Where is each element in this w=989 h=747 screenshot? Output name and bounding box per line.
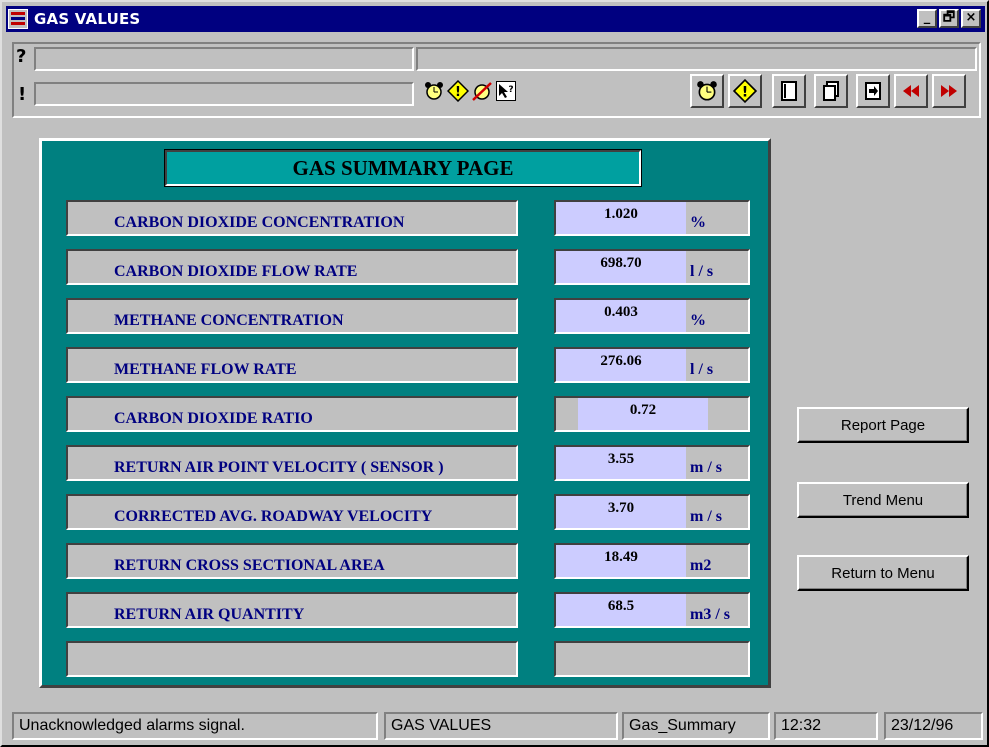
value-readout: 68.5 <box>556 594 686 626</box>
row-value-return-cross-sectional-area: 18.49 m2 <box>554 543 750 579</box>
value-unit: m / s <box>690 459 722 476</box>
row-value-co2-flow-rate: 698.70 l / s <box>554 249 750 285</box>
report-page-button[interactable]: Report Page <box>797 407 969 443</box>
trend-menu-button[interactable]: Trend Menu <box>797 482 969 518</box>
row-label-return-air-point-velocity: RETURN AIR POINT VELOCITY ( SENSOR ) <box>66 445 518 481</box>
row-value-methane-concentration: 0.403 % <box>554 298 750 334</box>
row-value-methane-flow-rate: 276.06 l / s <box>554 347 750 383</box>
page-icon <box>781 81 797 101</box>
status-date: 23/12/96 <box>884 712 983 740</box>
value-unit: m3 / s <box>690 606 730 623</box>
app-icon[interactable] <box>8 9 28 29</box>
row-value-co2-ratio: 0.72 <box>554 396 750 432</box>
status-screen-name: GAS VALUES <box>384 712 618 740</box>
warning-diamond-icon[interactable]: ! <box>446 78 470 104</box>
alarm-clock-icon[interactable] <box>422 78 446 104</box>
value-readout: 276.06 <box>556 349 686 381</box>
warning-diamond-icon: ! <box>733 79 757 103</box>
page-exit-icon <box>865 82 881 100</box>
status-time: 12:32 <box>774 712 878 740</box>
row-value-co2-concentration: 1.020 % <box>554 200 750 236</box>
value-unit: m / s <box>690 508 722 525</box>
row-label-empty <box>66 641 518 677</box>
row-label-return-cross-sectional-area: RETURN CROSS SECTIONAL AREA <box>66 543 518 579</box>
previous-icon <box>903 85 919 97</box>
window-controls: _ 🗗 × <box>917 9 981 28</box>
svg-text:!: ! <box>455 85 461 100</box>
previous-button[interactable] <box>894 74 928 108</box>
value-readout: 0.72 <box>578 398 708 430</box>
value-readout: 0.403 <box>556 300 686 332</box>
window-title: GAS VALUES <box>34 10 141 28</box>
alarm-message-field <box>34 82 414 106</box>
row-label-corrected-roadway-velocity: CORRECTED AVG. ROADWAY VELOCITY <box>66 494 518 530</box>
alarm-clock-button[interactable] <box>690 74 724 108</box>
page-exit-button[interactable] <box>856 74 890 108</box>
restore-icon[interactable]: 🗗 <box>939 9 959 28</box>
page-button[interactable] <box>772 74 806 108</box>
alarm-disabled-icon[interactable] <box>470 78 494 104</box>
row-value-return-air-quantity: 68.5 m3 / s <box>554 592 750 628</box>
row-value-corrected-roadway-velocity: 3.70 m / s <box>554 494 750 530</box>
panel-title: GAS SUMMARY PAGE <box>164 149 642 187</box>
title-bar: GAS VALUES _ 🗗 × <box>6 6 985 32</box>
value-unit: % <box>690 214 706 231</box>
close-icon[interactable]: × <box>961 9 981 28</box>
row-label-co2-concentration: CARBON DIOXIDE CONCENTRATION <box>66 200 518 236</box>
info-toolbar: ? ! ! ? ! <box>12 42 981 118</box>
status-message: Unacknowledged alarms signal. <box>12 712 378 740</box>
gas-values-window: GAS VALUES _ 🗗 × ? ! ! ? ! GAS SUMMARY P… <box>0 0 989 747</box>
row-label-return-air-quantity: RETURN AIR QUANTITY <box>66 592 518 628</box>
row-label-co2-flow-rate: CARBON DIOXIDE FLOW RATE <box>66 249 518 285</box>
help-question-icon[interactable]: ? <box>16 46 26 67</box>
return-to-menu-button[interactable]: Return to Menu <box>797 555 969 591</box>
value-readout: 698.70 <box>556 251 686 283</box>
row-label-methane-flow-rate: METHANE FLOW RATE <box>66 347 518 383</box>
value-unit: l / s <box>690 361 714 378</box>
next-button[interactable] <box>932 74 966 108</box>
pages-button[interactable] <box>814 74 848 108</box>
gas-summary-panel: GAS SUMMARY PAGE CARBON DIOXIDE CONCENTR… <box>39 138 771 688</box>
value-readout: 3.55 <box>556 447 686 479</box>
value-unit: l / s <box>690 263 714 280</box>
value-unit: % <box>690 312 706 329</box>
value-readout: 3.70 <box>556 496 686 528</box>
value-readout: 1.020 <box>556 202 686 234</box>
minimize-icon[interactable]: _ <box>917 9 937 28</box>
alarm-clock-icon <box>697 81 717 101</box>
warning-button[interactable]: ! <box>728 74 762 108</box>
help-pointer-icon[interactable]: ? <box>496 81 516 101</box>
info-field-right <box>416 47 977 71</box>
value-unit: m2 <box>690 557 712 574</box>
next-icon <box>941 85 957 97</box>
row-label-methane-concentration: METHANE CONCENTRATION <box>66 298 518 334</box>
alarm-exclamation-icon[interactable]: ! <box>18 84 26 105</box>
row-value-return-air-point-velocity: 3.55 m / s <box>554 445 750 481</box>
status-page-name: Gas_Summary <box>622 712 770 740</box>
svg-text:!: ! <box>742 84 748 100</box>
row-value-empty <box>554 641 750 677</box>
row-label-co2-ratio: CARBON DIOXIDE RATIO <box>66 396 518 432</box>
value-readout: 18.49 <box>556 545 686 577</box>
pages-icon <box>823 81 839 101</box>
info-field-question <box>34 47 414 71</box>
svg-text:?: ? <box>508 85 513 95</box>
